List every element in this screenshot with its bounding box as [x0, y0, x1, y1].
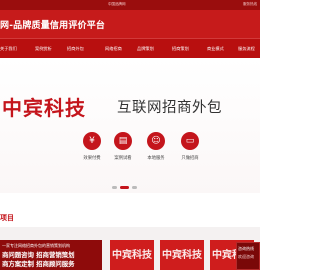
case-icon: ▤: [114, 132, 132, 150]
nav-item-planning[interactable]: 招商策划: [172, 46, 189, 52]
slider-dot[interactable]: [132, 186, 137, 189]
nav-item-brand[interactable]: 品牌策划: [137, 46, 154, 52]
main-nav: 关于我们 案例赏析 招商外包 网络招商 品牌策划 招商策划 商业模式 服务流程: [0, 38, 260, 58]
nav-item-outsource[interactable]: 招商外包: [67, 46, 84, 52]
money-icon: ¥: [83, 132, 101, 150]
feature-only-investment: ▭ 只做招商: [170, 132, 210, 172]
section-heading: 项目: [0, 205, 40, 222]
site-header: 网-品牌质量信用评价平台: [0, 10, 260, 38]
nav-item-online[interactable]: 网络招商: [105, 46, 122, 52]
top-bar-hotline: 服务热线: [243, 2, 257, 6]
nav-item-cases[interactable]: 案例赏析: [35, 46, 52, 52]
info-services-row-2: 商方案定制 招商顾问服务: [2, 260, 75, 268]
section-title: 项目: [0, 214, 14, 222]
project-card[interactable]: 中宾科技: [110, 240, 154, 270]
nav-item-process[interactable]: 服务流程: [238, 46, 255, 52]
slider-dot[interactable]: [112, 186, 117, 189]
slider-dots: [112, 186, 152, 189]
nav-item-business[interactable]: 商业模式: [207, 46, 224, 52]
hero-banner[interactable]: 中宾科技 互联网招商外包 ¥ 效果付费 ▤ 案例试看 ☺ 本地服务 ▭ 只做招商: [0, 58, 260, 193]
services-info-panel: 一家专注网络招商外包的营销策划机构 商问题咨询 招商营销策划 商方案定制 招商顾…: [0, 240, 102, 270]
consult-popup[interactable]: 咨询热线 欢迎咨询: [236, 242, 260, 270]
popup-body: 欢迎咨询: [238, 254, 254, 259]
info-intro: 一家专注网络招商外包的营销策划机构: [2, 243, 70, 248]
popup-title: 咨询热线: [238, 246, 254, 251]
project-card[interactable]: 中宾科技: [160, 240, 204, 270]
top-bar: 中国品牌网 服务热线: [0, 0, 260, 10]
banner-slogan: 互联网招商外包: [117, 100, 222, 116]
service-icon: ☺: [147, 132, 165, 150]
banner-brand: 中宾科技: [2, 96, 86, 120]
project-card-title: 中宾科技: [162, 250, 202, 261]
info-services-row-1: 商问题咨询 招商营销策划: [2, 251, 75, 259]
feature-label: 只做招商: [181, 156, 199, 161]
top-bar-site-name: 中国品牌网: [108, 2, 126, 6]
nav-item-about[interactable]: 关于我们: [0, 46, 17, 52]
site-title[interactable]: 网-品牌质量信用评价平台: [0, 18, 105, 31]
monitor-icon: ▭: [181, 132, 199, 150]
project-card-title: 中宾科技: [112, 250, 152, 261]
slider-dot-active[interactable]: [120, 186, 129, 189]
